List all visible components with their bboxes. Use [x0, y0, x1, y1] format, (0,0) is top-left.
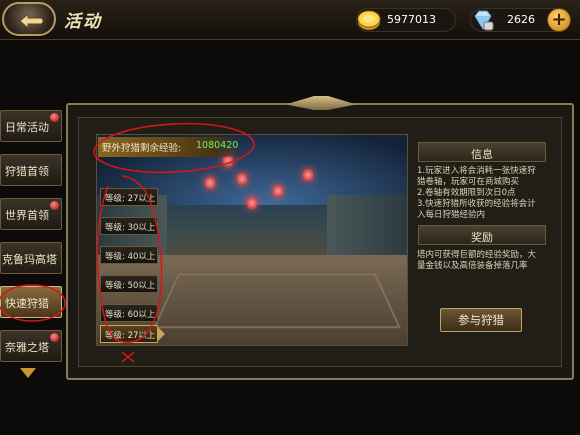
lantern-icon [237, 173, 247, 185]
back-button[interactable] [2, 2, 56, 36]
info-line: 1.玩家进入将会消耗一张快速狩 [417, 166, 536, 176]
tab-naia-tower[interactable]: 奈雅之塔 [0, 330, 62, 362]
join-hunt-label: 参与狩猎 [458, 313, 504, 327]
gold-counter: 5977013 [356, 8, 456, 32]
tab-kruma-tower[interactable]: 克鲁玛高塔 [0, 242, 62, 274]
level-option-button[interactable]: 等级: 27以上 [100, 188, 158, 206]
diamond-counter: 2626 + [470, 8, 571, 32]
tab-daily-activity[interactable]: 日常活动 [0, 110, 62, 142]
info-line: 2.卷轴有效期限到次日0点 [417, 188, 516, 198]
remaining-exp-label: 野外狩猎剩余经验: [102, 143, 182, 154]
reward-line: 量金钱以及高倍装备掉落几率 [417, 261, 528, 271]
reward-text: 塔内可获得巨额的经验奖励，大 量金钱以及高倍装备掉落几率 [417, 250, 557, 272]
scroll-down-arrow-icon[interactable] [20, 368, 36, 378]
reward-title: 奖励 [471, 231, 493, 244]
remaining-exp-banner: 野外狩猎剩余经验: 1080420 [98, 137, 242, 157]
level-option-button[interactable]: 等级: 50以上 [100, 275, 158, 293]
info-line: 3.快速狩猎所收获的经验将会计 [417, 199, 536, 209]
tab-world-boss[interactable]: 世界首领 [0, 198, 62, 230]
diamond-value: 2626 [507, 13, 535, 26]
lantern-icon [247, 197, 257, 209]
info-header: 信息 [418, 142, 546, 162]
info-text: 1.玩家进入将会消耗一张快速狩 猎卷轴，玩家可在商城购买 2.卷轴有效期限到次日… [417, 166, 557, 221]
add-diamonds-button[interactable]: + [547, 8, 571, 32]
gold-value: 5977013 [387, 13, 436, 26]
lantern-icon [303, 169, 313, 181]
back-arrow-icon [19, 12, 44, 30]
level-option-button-selected[interactable]: 等级: 27以上 [100, 325, 165, 343]
top-bar: 活动 5977013 2626 + [0, 0, 580, 40]
join-hunt-button[interactable]: 参与狩猎 [440, 308, 522, 332]
level-option-label: 等级: 30以上 [105, 223, 156, 233]
notification-dot-icon [50, 333, 59, 342]
remaining-exp-value: 1080420 [196, 140, 239, 151]
scene-floor-pattern [153, 273, 401, 329]
diamond-icon [474, 10, 494, 31]
lantern-icon [273, 185, 283, 197]
reward-header: 奖励 [418, 225, 546, 245]
reward-line: 塔内可获得巨额的经验奖励，大 [417, 250, 537, 260]
level-option-label: 等级: 27以上 [105, 331, 156, 341]
level-option-button[interactable]: 等级: 60以上 [100, 304, 158, 322]
tab-label: 世界首领 [5, 209, 49, 222]
frame-ornament [286, 96, 356, 110]
level-option-button[interactable]: 等级: 30以上 [100, 217, 158, 235]
info-line: 猎卷轴，玩家可在商城购买 [417, 177, 520, 187]
level-option-label: 等级: 60以上 [105, 310, 156, 320]
tab-label: 狩猎首领 [5, 165, 49, 178]
level-option-label: 等级: 50以上 [105, 281, 156, 291]
level-option-label: 等级: 27以上 [105, 194, 156, 204]
tab-quick-hunt[interactable]: 快速狩猎 [0, 286, 62, 318]
page-title: 活动 [64, 12, 102, 32]
level-option-button[interactable]: 等级: 40以上 [100, 246, 158, 264]
tab-label: 奈雅之塔 [5, 341, 49, 354]
info-line: 入每日狩猎经验内 [417, 210, 486, 220]
tab-label: 克鲁玛高塔 [2, 253, 57, 266]
info-title: 信息 [471, 148, 493, 161]
tab-label: 日常活动 [5, 121, 49, 134]
notification-dot-icon [50, 201, 59, 210]
notification-dot-icon [50, 113, 59, 122]
level-option-label: 等级: 40以上 [105, 252, 156, 262]
tab-hunting-boss[interactable]: 狩猎首领 [0, 154, 62, 186]
tab-label: 快速狩猎 [5, 297, 49, 310]
lantern-icon [205, 177, 215, 189]
gold-coin-icon [357, 10, 381, 30]
